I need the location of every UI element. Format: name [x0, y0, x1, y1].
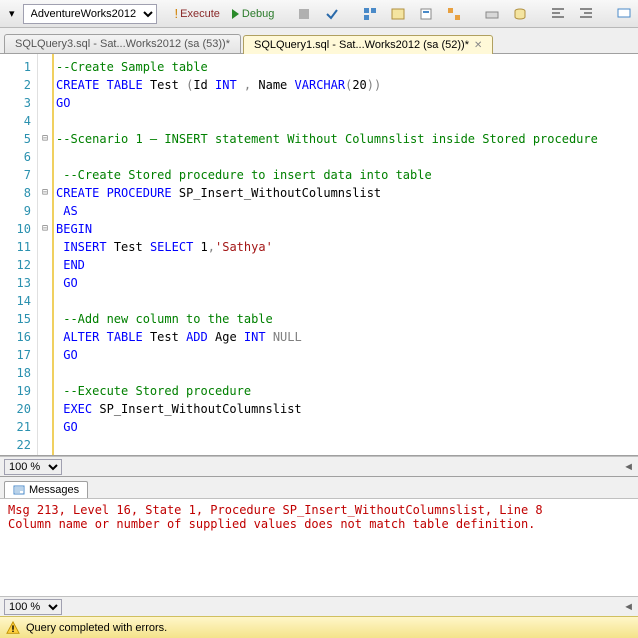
scroll-left-icon[interactable]: ◄	[623, 601, 634, 613]
messages-tab[interactable]: Messages	[4, 481, 88, 498]
toolbar-icon[interactable]	[442, 4, 466, 24]
code-editor[interactable]: 1 2 3 4 5 6 7 8 9 10 11 12 13 14 15 16 1…	[0, 54, 638, 456]
main-toolbar: ▾ AdventureWorks2012 !Execute Debug	[0, 0, 638, 28]
execute-button[interactable]: !Execute	[171, 4, 224, 23]
fold-gutter[interactable]: ⊟ ⊟ ⊟	[38, 54, 52, 455]
line-numbers: 1 2 3 4 5 6 7 8 9 10 11 12 13 14 15 16 1…	[0, 54, 38, 455]
debug-button[interactable]: Debug	[228, 6, 278, 22]
code-area[interactable]: --Create Sample table CREATE TABLE Test …	[52, 54, 638, 455]
zoom-bar-messages: 100 % ◄	[0, 596, 638, 616]
toolbar-icon[interactable]	[508, 4, 532, 24]
parse-button[interactable]	[320, 4, 344, 24]
outdent-icon[interactable]	[574, 4, 598, 24]
messages-tab-label: Messages	[29, 484, 79, 496]
warning-icon	[6, 621, 20, 635]
scroll-left-icon[interactable]: ◄	[623, 461, 634, 473]
messages-body[interactable]: Msg 213, Level 16, State 1, Procedure SP…	[0, 499, 638, 596]
zoom-select[interactable]: 100 %	[4, 599, 62, 615]
toolbar-icon[interactable]	[414, 4, 438, 24]
tab-sqlquery1[interactable]: SQLQuery1.sql - Sat...Works2012 (sa (52)…	[243, 35, 493, 54]
play-icon	[232, 9, 239, 19]
zoom-select[interactable]: 100 %	[4, 459, 62, 475]
zoom-bar: 100 % ◄	[0, 456, 638, 476]
dropdown-icon[interactable]: ▾	[5, 5, 19, 22]
toolbar-icon[interactable]	[386, 4, 410, 24]
stop-button[interactable]	[292, 4, 316, 24]
messages-icon	[13, 484, 25, 496]
tab-label: SQLQuery3.sql - Sat...Works2012 (sa (53)…	[15, 38, 230, 50]
indent-icon[interactable]	[546, 4, 570, 24]
database-select[interactable]: AdventureWorks2012	[23, 4, 157, 24]
close-icon[interactable]: ✕	[474, 40, 482, 51]
execute-icon: !	[175, 6, 179, 21]
tab-label: SQLQuery1.sql - Sat...Works2012 (sa (52)…	[254, 39, 469, 51]
document-tabs: SQLQuery3.sql - Sat...Works2012 (sa (53)…	[0, 28, 638, 54]
toolbar-icon[interactable]	[358, 4, 382, 24]
comment-icon[interactable]	[612, 4, 636, 24]
messages-panel: Messages Msg 213, Level 16, State 1, Pro…	[0, 476, 638, 616]
status-bar: Query completed with errors.	[0, 616, 638, 638]
toolbar-icon[interactable]	[480, 4, 504, 24]
tab-sqlquery3[interactable]: SQLQuery3.sql - Sat...Works2012 (sa (53)…	[4, 34, 241, 53]
messages-tab-bar: Messages	[0, 477, 638, 499]
status-text: Query completed with errors.	[26, 622, 167, 634]
